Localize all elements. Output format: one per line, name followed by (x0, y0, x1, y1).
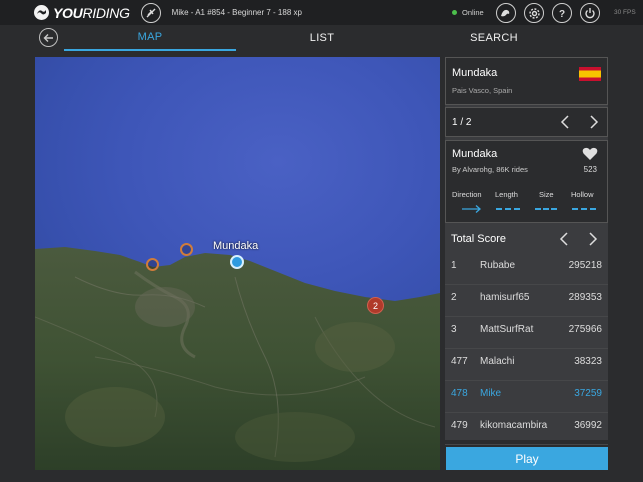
player-name: Rubabe (480, 260, 516, 271)
metric-size: Size (539, 190, 554, 199)
player-score: 275966 (568, 324, 602, 335)
length-bar (496, 208, 520, 210)
status-text: Online (462, 8, 484, 17)
wave-author: By Alvarohg, 86K rides (452, 165, 528, 174)
wave-pager: 1 / 2 (445, 107, 608, 137)
rank: 479 (451, 420, 468, 431)
leaderboard-row[interactable]: 479 kikomacambira 36992 (445, 413, 608, 445)
rank: 478 (451, 388, 468, 399)
player-name: kikomacambira (480, 420, 548, 431)
play-button[interactable]: Play (446, 447, 608, 470)
online-status: Online (452, 8, 484, 17)
metric-direction: Direction (452, 190, 482, 199)
spot-region: Pais Vasco, Spain (452, 86, 513, 95)
rank: 477 (451, 356, 468, 367)
player-name: Mike (480, 388, 502, 399)
wave-info: Mundaka By Alvarohg, 86K rides 523 Direc… (445, 140, 608, 223)
spot-marker[interactable] (146, 258, 159, 271)
score-title: Total Score (451, 233, 507, 245)
satellite-map[interactable]: Mundaka 2 (35, 57, 440, 470)
rank: 3 (451, 324, 457, 335)
leaderboard-row[interactable]: 2 hamisurf65 289353 (445, 285, 608, 317)
back-button[interactable] (39, 28, 58, 47)
wave-name: Mundaka (452, 148, 498, 160)
surfer-avatar-icon[interactable] (140, 2, 161, 23)
tab-list[interactable]: LIST (236, 25, 408, 51)
player-score: 37259 (574, 388, 602, 399)
pager-text: 1 / 2 (452, 117, 472, 128)
spot-marker[interactable] (180, 243, 193, 256)
map-spot-label: Mundaka (213, 240, 259, 252)
tab-map[interactable]: MAP (64, 25, 236, 51)
power-icon[interactable] (580, 3, 600, 23)
app-name-rest: RIDING (82, 4, 130, 21)
spain-flag-icon (579, 67, 601, 81)
leaderboard-row-current-user[interactable]: 478 Mike 37259 (445, 381, 608, 413)
rank: 2 (451, 292, 457, 303)
chevron-left-icon[interactable] (558, 232, 570, 246)
gear-icon[interactable] (524, 3, 544, 23)
heart-icon[interactable] (582, 147, 598, 161)
chevron-right-icon[interactable] (587, 232, 599, 246)
spot-panel: Mundaka Pais Vasco, Spain 1 / 2 Mundaka … (445, 57, 608, 445)
arrow-left-icon (43, 33, 53, 42)
online-dot-icon (452, 10, 457, 15)
fps-counter: 30 FPS (614, 9, 636, 16)
player-score: 38323 (574, 356, 602, 367)
help-icon[interactable]: ? (552, 3, 572, 23)
tab-search[interactable]: SEARCH (408, 25, 580, 51)
spot-header: Mundaka Pais Vasco, Spain (445, 57, 608, 105)
player-score: 295218 (568, 260, 602, 271)
player-name: hamisurf65 (480, 292, 530, 303)
wave-icon[interactable] (496, 3, 516, 23)
hollow-bar (572, 208, 596, 210)
chevron-left-icon[interactable] (559, 115, 571, 129)
leaderboard: 1 Rubabe 295218 2 hamisurf65 289353 3 Ma… (445, 253, 608, 445)
rank: 1 (451, 260, 457, 271)
metric-hollow: Hollow (571, 190, 594, 199)
leaderboard-row[interactable]: 1 Rubabe 295218 (445, 253, 608, 285)
spot-name: Mundaka (452, 67, 498, 79)
selected-spot-marker[interactable] (230, 255, 244, 269)
app-name: YOURIDING (53, 5, 130, 21)
player-score: 289353 (568, 292, 602, 303)
svg-text:?: ? (559, 9, 565, 19)
top-bar: YOURIDING Mike - A1 #854 - Beginner 7 - … (0, 0, 643, 25)
cluster-marker[interactable]: 2 (367, 297, 384, 314)
tab-bar: MAP LIST SEARCH (34, 25, 609, 52)
logo-icon (34, 5, 49, 20)
leaderboard-row[interactable]: 3 MattSurfRat 275966 (445, 317, 608, 349)
player-name: MattSurfRat (480, 324, 534, 335)
player-name: Malachi (480, 356, 515, 367)
top-icons: ? (496, 3, 600, 23)
metric-length: Length (495, 190, 518, 199)
player-score: 36992 (574, 420, 602, 431)
chevron-right-icon[interactable] (588, 115, 600, 129)
size-bar (535, 208, 557, 210)
user-info: Mike - A1 #854 - Beginner 7 - 188 xp (171, 8, 302, 17)
leaderboard-row[interactable]: 477 Malachi 38323 (445, 349, 608, 381)
likes-count: 523 (583, 165, 597, 174)
score-header: Total Score (445, 227, 608, 251)
direction-arrow-icon (462, 205, 481, 213)
app-logo[interactable]: YOURIDING (34, 5, 130, 21)
app-name-bold: YOU (53, 4, 83, 21)
